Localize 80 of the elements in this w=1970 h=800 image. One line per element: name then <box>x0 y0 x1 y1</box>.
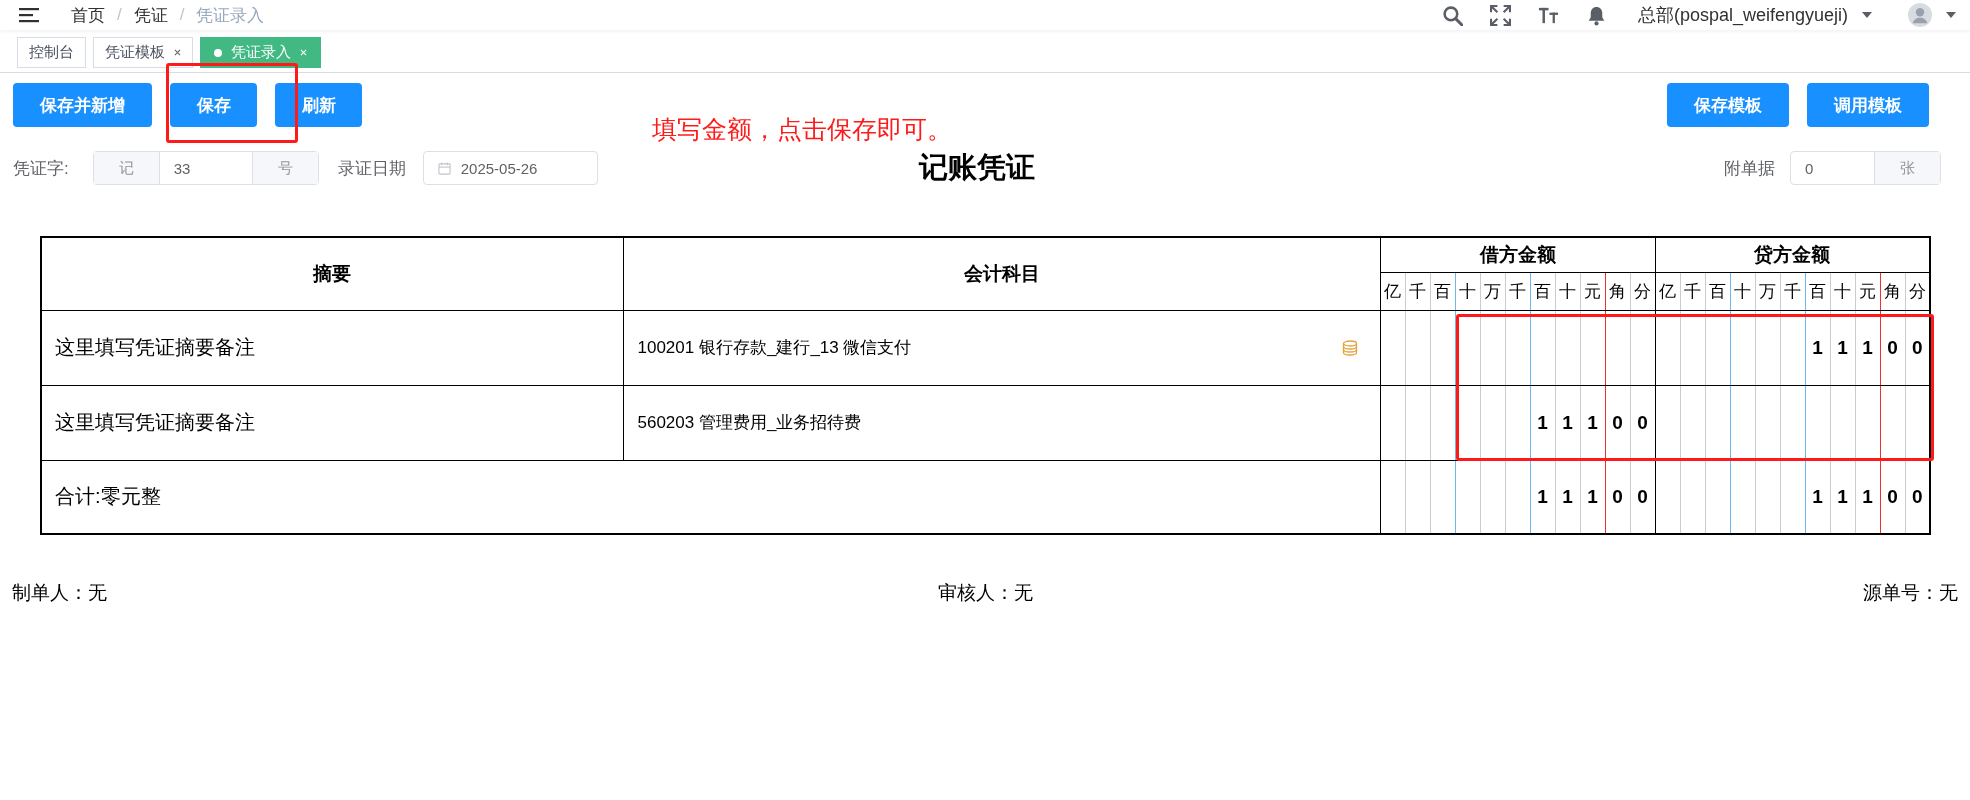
breadcrumb-item: 凭证录入 <box>196 4 265 27</box>
amount-digit: 1 <box>1812 336 1823 358</box>
fullscreen-icon[interactable] <box>1489 4 1511 26</box>
unit-header: 万 <box>1484 281 1501 301</box>
menu-icon[interactable] <box>19 7 39 23</box>
unit-header: 角 <box>1609 281 1626 301</box>
summary-text[interactable]: 这里填写凭证摘要备注 <box>55 411 255 433</box>
active-dot-icon <box>214 48 222 57</box>
amount-digit: 1 <box>1862 485 1873 507</box>
breadcrumb-item[interactable]: 凭证 <box>133 3 168 27</box>
search-icon[interactable] <box>1441 4 1463 26</box>
unit-header: 千 <box>1684 281 1701 301</box>
voucher-title: 记账凭证 <box>919 150 1035 185</box>
unit-header: 百 <box>1434 281 1451 301</box>
column-header: 借方金额 <box>1479 243 1556 265</box>
amount-digit: 0 <box>1912 336 1923 358</box>
user-menu[interactable]: 总部(pospal_weifengyueji) <box>1637 3 1848 27</box>
amount-digit: 1 <box>1537 485 1548 507</box>
tab-label: 凭证模板 <box>105 43 165 62</box>
amount-digit: 1 <box>1812 485 1823 507</box>
unit-header: 百 <box>1809 281 1826 301</box>
unit-header: 千 <box>1509 281 1526 301</box>
caret-icon[interactable] <box>1862 12 1872 18</box>
unit-header: 万 <box>1759 281 1776 301</box>
close-icon[interactable] <box>174 49 181 56</box>
amount-digit: 1 <box>1562 485 1573 507</box>
caret-icon[interactable] <box>1946 12 1956 18</box>
amount-digit: 0 <box>1612 411 1623 433</box>
unit-header: 百 <box>1709 281 1726 301</box>
date-field[interactable]: 2025-05-26 <box>422 151 598 185</box>
breadcrumb-separator: / <box>117 5 122 25</box>
breadcrumb-separator: / <box>179 5 185 25</box>
account-subject[interactable]: 100201 银行存款_建行_13 微信支付 <box>637 336 912 359</box>
unit-header: 十 <box>1459 281 1476 301</box>
amount-digit: 0 <box>1637 485 1648 507</box>
amount-digit: 0 <box>1887 336 1898 358</box>
unit-header: 十 <box>1834 281 1851 301</box>
unit-header: 十 <box>1734 281 1751 301</box>
unit-header: 亿 <box>1384 281 1401 301</box>
annotation-note: 填写金额，点击保存即可。 <box>652 114 952 145</box>
unit-header: 百 <box>1534 281 1551 301</box>
breadcrumb-item[interactable]: 首页 <box>71 3 105 27</box>
amount-digit: 1 <box>1587 485 1598 507</box>
unit-header: 千 <box>1409 281 1426 301</box>
signature-field: 制单人：无 <box>12 580 107 606</box>
amount-digit: 0 <box>1912 485 1923 507</box>
unit-header: 分 <box>1908 281 1926 301</box>
field-label: 附单据 <box>1724 157 1775 180</box>
summary-text[interactable]: 这里填写凭证摘要备注 <box>55 336 255 358</box>
signature-field: 源单号：无 <box>1863 580 1958 606</box>
column-header: 摘要 <box>313 262 352 284</box>
account-subject[interactable]: 560203 管理费用_业务招待费 <box>637 411 862 434</box>
unit-header: 元 <box>1859 281 1876 301</box>
tab[interactable]: 控制台 <box>17 37 86 68</box>
unit-header: 分 <box>1634 281 1651 301</box>
unit-header: 十 <box>1559 281 1576 301</box>
amount-digit: 0 <box>1887 485 1898 507</box>
unit-header: 元 <box>1584 281 1601 301</box>
amount-digit: 1 <box>1862 336 1873 358</box>
signature-field: 审核人：无 <box>937 580 1033 606</box>
amount-digit: 1 <box>1837 336 1848 358</box>
column-header: 贷方金额 <box>1754 243 1831 265</box>
amount-digit: 1 <box>1837 485 1848 507</box>
calendar-icon <box>437 161 451 175</box>
field-label: 录证日期 <box>337 157 406 180</box>
amount-digit: 1 <box>1587 411 1598 433</box>
amount-digit: 1 <box>1537 411 1548 433</box>
field-label: 凭证字: <box>13 157 69 180</box>
avatar-icon[interactable] <box>1908 3 1932 27</box>
amount-digit: 1 <box>1562 411 1573 433</box>
tab-label: 凭证录入 <box>231 43 291 62</box>
tab-label: 控制台 <box>29 43 74 62</box>
amount-digit: 0 <box>1637 411 1648 433</box>
unit-header: 角 <box>1884 281 1901 301</box>
total-label: 合计:零元整 <box>55 485 161 508</box>
unit-header: 亿 <box>1659 281 1676 301</box>
unit-header: 千 <box>1784 281 1801 301</box>
column-header: 会计科目 <box>963 262 1040 284</box>
tab[interactable]: 凭证模板 <box>93 37 193 68</box>
amount-digit: 0 <box>1612 485 1623 507</box>
